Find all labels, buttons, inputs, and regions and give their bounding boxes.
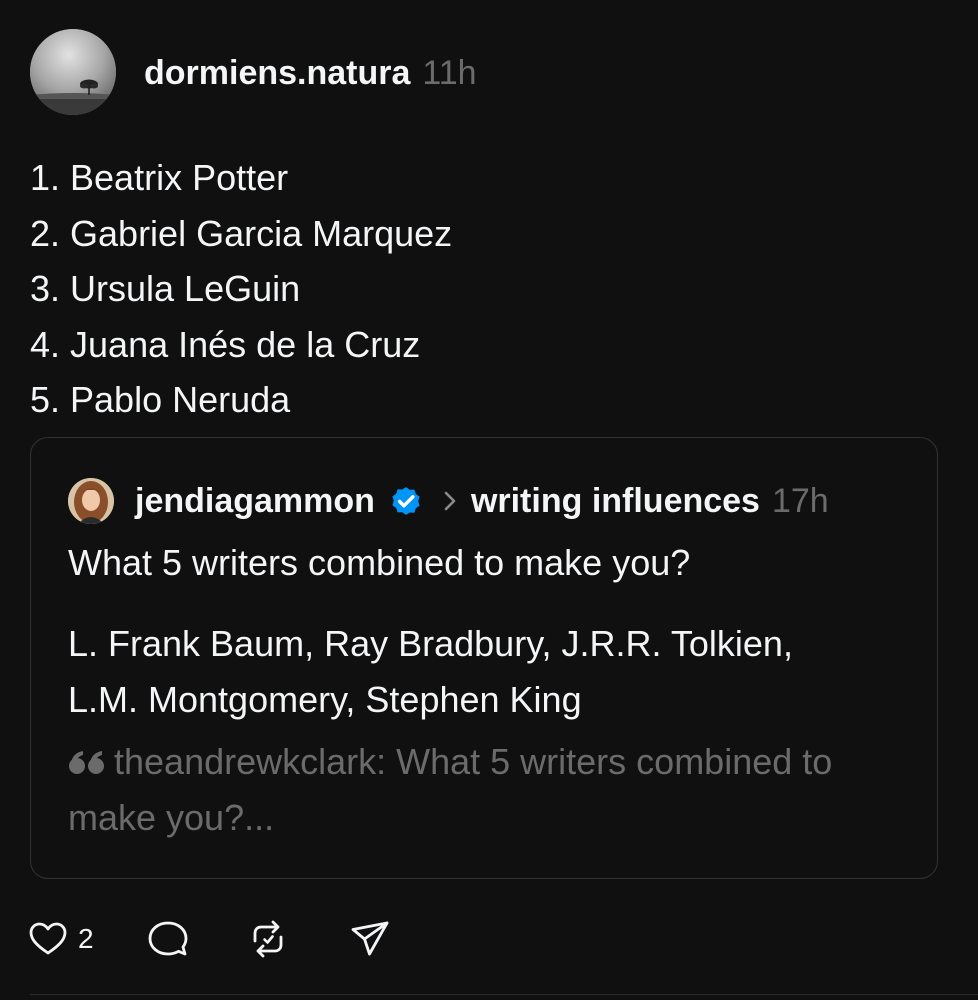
like-count: 2 [78,923,94,954]
repost-button[interactable] [246,915,290,963]
quoted-author-avatar[interactable] [68,478,114,524]
post-text-line: 3. Ursula LeGuin [30,268,301,309]
nested-quote-preview[interactable]: theandrewkclark: What 5 writers combined… [68,734,908,846]
chevron-right-icon [444,491,456,511]
quoted-post-card[interactable]: jendiagammon writing influences 17h What… [30,437,938,879]
quoted-post-answer-line: L.M. Montgomery, Stephen King [68,679,582,720]
quoted-author-username[interactable]: jendiagammon [135,482,375,521]
quoted-post-header: jendiagammon writing influences 17h [135,478,829,524]
verified-badge-icon [392,487,420,515]
heart-icon [29,922,67,955]
post-divider [30,994,978,995]
author-username[interactable]: dormiens.natura [144,54,410,93]
quoted-post-answer-line: L. Frank Baum, Ray Bradbury, J.R.R. Tolk… [68,623,793,664]
quoted-post-answer: L. Frank Baum, Ray Bradbury, J.R.R. Tolk… [68,616,793,728]
author-avatar[interactable] [30,29,116,115]
quoted-post-timestamp: 17h [771,481,829,520]
post-text: 1. Beatrix Potter 2. Gabriel Garcia Marq… [30,150,452,428]
share-button[interactable] [348,915,392,963]
post-text-line: 1. Beatrix Potter [30,157,289,198]
share-icon [351,921,388,956]
quoted-post-question: What 5 writers combined to make you? [68,542,691,583]
post-text-line: 5. Pablo Neruda [30,379,291,420]
like-button[interactable]: 2 [26,915,94,963]
topic-tag[interactable]: writing influences [471,482,760,521]
quote-mark-icon [69,751,104,774]
post-actions: 2 [26,915,392,963]
thread-post: dormiens.natura 11h 1. Beatrix Potter 2.… [0,0,978,1000]
post-text-line: 2. Gabriel Garcia Marquez [30,212,453,254]
post-header: dormiens.natura 11h [144,52,477,94]
comment-icon [148,921,187,956]
post-text-line: 4. Juana Inés de la Cruz [30,323,421,365]
post-timestamp: 11h [422,53,477,92]
repost-icon [253,920,282,958]
comment-button[interactable] [146,915,190,963]
nested-quote-text: theandrewkclark: What 5 writers combined… [68,741,833,838]
